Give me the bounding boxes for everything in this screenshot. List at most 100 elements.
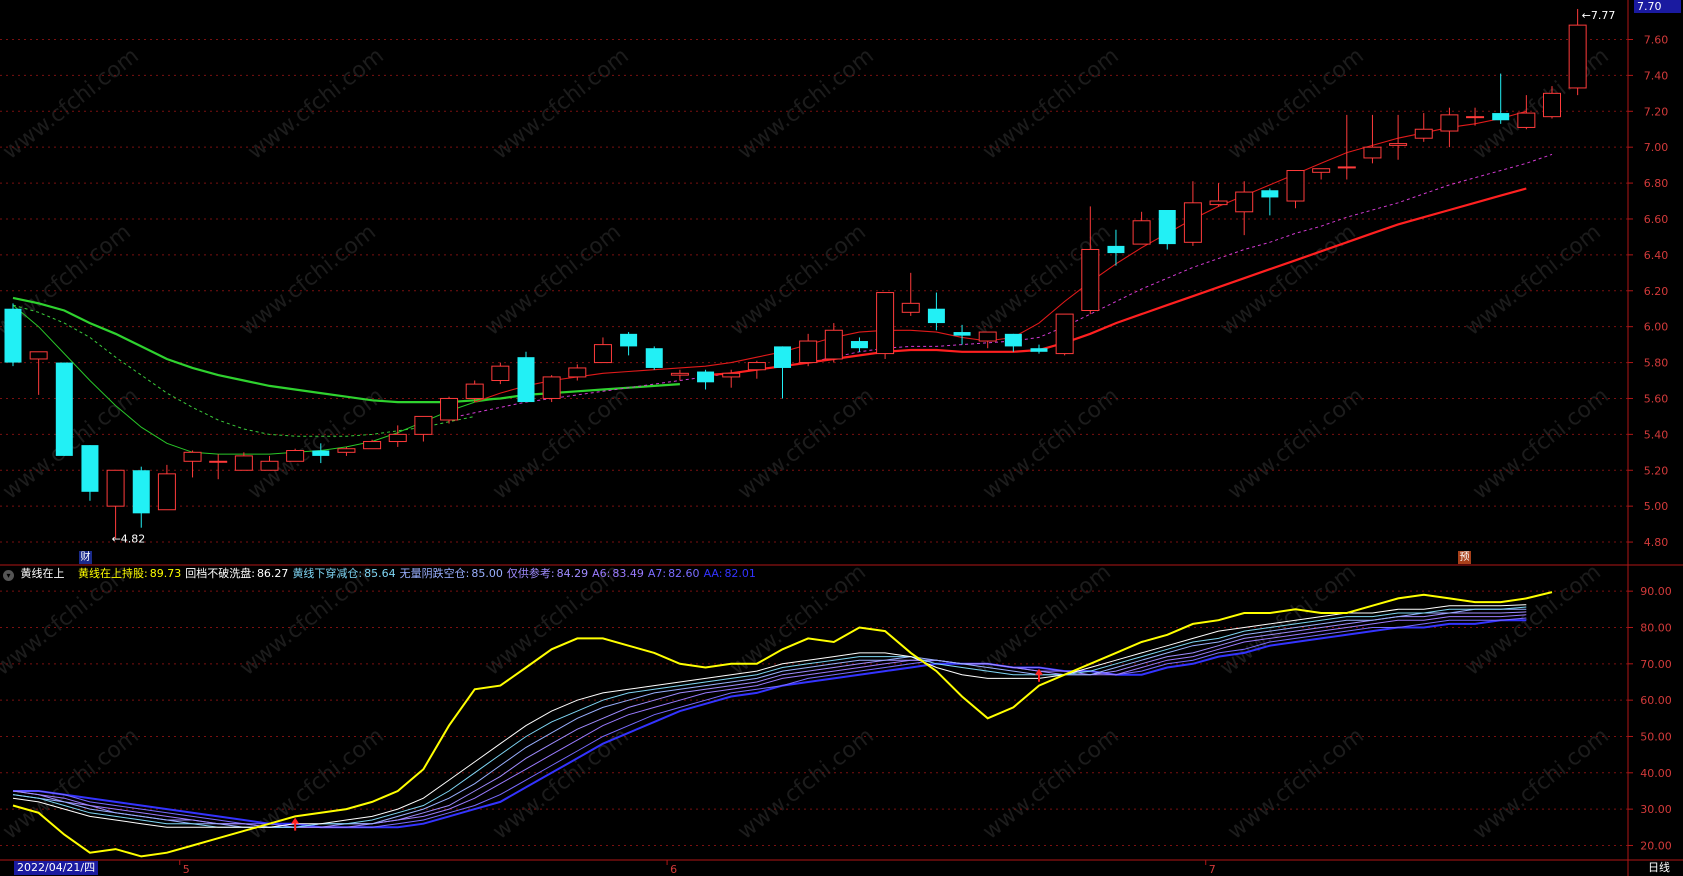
legend-value: 83.49 — [612, 567, 644, 580]
candle-body-up — [29, 351, 48, 360]
candle-body-up — [1081, 248, 1100, 312]
chart-canvas[interactable]: www.cfchi.com www.cfchi.com www.cfchi.com w… — [0, 0, 1683, 876]
candle-body-up — [363, 441, 382, 450]
candle-body-up — [1235, 191, 1254, 213]
indicator-title[interactable]: 黄线在上 — [21, 567, 65, 580]
watermark-text: www.cfchi.com — [0, 43, 144, 164]
month-tick-label: 6 — [670, 863, 677, 876]
watermark-text: www.cfchi.com — [488, 723, 633, 844]
candle-body-down — [81, 445, 99, 492]
period-label[interactable]: 日线 — [1648, 861, 1670, 875]
candle-body-up — [1209, 200, 1228, 206]
candle-body-up — [260, 460, 279, 471]
price-tick-label: 5.20 — [1644, 464, 1669, 477]
candle-body-down — [953, 332, 971, 336]
candle-body-up — [1363, 146, 1382, 159]
candle-body-up — [1466, 116, 1485, 119]
price-tick-label: 6.00 — [1644, 321, 1669, 334]
candle-body-up — [747, 362, 766, 371]
watermark-text: www.cfchi.com — [488, 43, 633, 164]
indicator-tick-label: 60.00 — [1640, 694, 1672, 707]
yu-badge[interactable]: 预 — [1458, 551, 1471, 564]
price-tick-label: 4.80 — [1644, 536, 1669, 549]
indicator-tick-label: 20.00 — [1640, 839, 1672, 852]
legend-item: A6: — [592, 567, 611, 580]
legend-value: 86.27 — [256, 567, 289, 580]
watermark-text: www.cfchi.com — [488, 383, 633, 504]
watermark-text: www.cfchi.com — [1215, 560, 1360, 681]
candle-body-up — [1517, 112, 1536, 128]
yu-badge-label: 预 — [1459, 552, 1470, 563]
month-tick-label: 7 — [1209, 863, 1216, 876]
candle-body-up — [388, 433, 407, 443]
legend-item: 仅供参考: — [506, 567, 555, 580]
watermark-text: www.cfchi.com — [243, 43, 388, 164]
indicator-legend: ▾ 黄线在上 黄线在上持股: 89.73 回档不破洗盘: 86.27 黄线下穿减仓: 85… — [3, 566, 756, 582]
watermark-text: www.cfchi.com — [978, 43, 1123, 164]
cai-badge-label: 财 — [80, 552, 91, 563]
watermark-text: www.cfchi.com — [1223, 723, 1368, 844]
candle-body-up — [440, 397, 459, 421]
watermark-text: www.cfchi.com — [978, 383, 1123, 504]
candle-body-up — [593, 344, 612, 364]
candle-body-up — [670, 372, 689, 376]
chevron-down-icon[interactable]: ▾ — [3, 570, 14, 581]
ma-line-ma-dash-magenta — [448, 153, 1553, 419]
candle-body-up — [1337, 166, 1356, 169]
price-tick-label: 7.20 — [1644, 105, 1669, 118]
price-tick-label: 5.80 — [1644, 357, 1669, 370]
watermark-text: www.cfchi.com — [733, 43, 878, 164]
candle-body-up — [568, 367, 587, 378]
watermark-text: www.cfchi.com — [1460, 220, 1605, 341]
legend-item: AA: — [703, 567, 723, 580]
price-tick-label: 6.80 — [1644, 177, 1669, 190]
candle-body-up — [1183, 202, 1202, 243]
candle-body-up — [1440, 114, 1459, 132]
candle-body-up — [1389, 143, 1408, 146]
legend-value: 85.00 — [471, 567, 503, 580]
candle-body-down — [312, 450, 330, 456]
legend-item: A7: — [647, 567, 667, 580]
candle-body-up — [722, 372, 741, 378]
watermark-text: www.cfchi.com — [235, 220, 380, 341]
watermark-text: www.cfchi.com — [978, 723, 1123, 844]
legend-value: 84.29 — [556, 567, 589, 580]
indicator-tick-label: 90.00 — [1640, 585, 1672, 598]
candle-body-down — [697, 371, 715, 383]
indicator-tick-label: 50.00 — [1640, 730, 1672, 743]
high-price-marker: ←7.77 — [1582, 9, 1616, 22]
legend-item: 黄线下穿减仓: — [292, 567, 363, 580]
candle-body-up — [876, 292, 895, 355]
candle-body-up — [1132, 220, 1151, 245]
cai-badge[interactable]: 财 — [79, 551, 92, 564]
candle-body-up — [465, 383, 484, 399]
candle-body-down — [850, 341, 868, 349]
candle-body-up — [1312, 168, 1331, 173]
candle-body-down — [645, 348, 663, 368]
candle-body-down — [4, 308, 22, 363]
watermark-text: www.cfchi.com — [0, 723, 144, 844]
price-tick-label: 6.40 — [1644, 249, 1669, 262]
watermark-layer: www.cfchi.com www.cfchi.com www.cfchi.com w… — [0, 43, 1614, 844]
price-tick-label: 6.60 — [1644, 213, 1669, 226]
candle-body-up — [1568, 24, 1587, 89]
price-tick-label: 5.60 — [1644, 392, 1669, 405]
current-price-label: 7.70 — [1637, 0, 1662, 13]
candle-body-up — [157, 473, 176, 511]
watermark-text: www.cfchi.com — [733, 383, 878, 504]
price-tick-label: 7.60 — [1644, 33, 1669, 46]
watermark-text: www.cfchi.com — [733, 723, 878, 844]
candle-body-down — [1030, 348, 1048, 352]
price-tick-label: 7.40 — [1644, 69, 1669, 82]
candle-body-up — [337, 448, 356, 453]
indicator-tick-label: 80.00 — [1640, 621, 1672, 634]
candle-body-up — [901, 302, 920, 313]
price-tick-label: 6.20 — [1644, 285, 1669, 298]
candle-body-up — [824, 329, 843, 360]
candle-body-up — [491, 365, 510, 382]
candle-body-down — [1107, 245, 1125, 254]
watermark-text: www.cfchi.com — [1468, 43, 1613, 164]
watermark-text: www.cfchi.com — [1468, 383, 1613, 504]
month-tick-label: 5 — [183, 863, 190, 876]
legend-value: 82.60 — [668, 567, 700, 580]
